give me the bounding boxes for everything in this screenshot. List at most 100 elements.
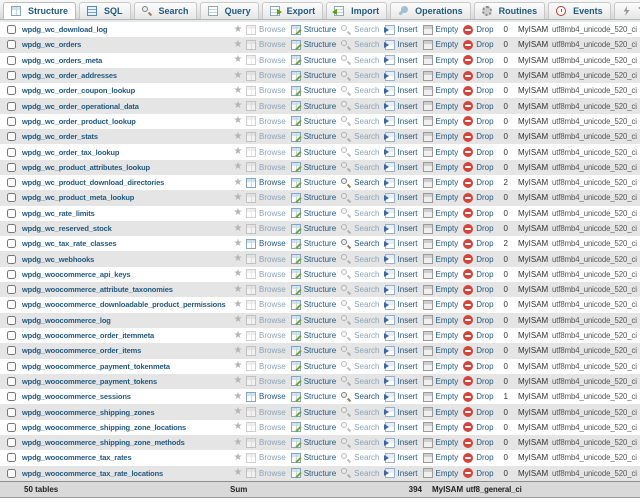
drop-link[interactable]: Drop bbox=[463, 101, 493, 111]
structure-link[interactable]: Structure bbox=[291, 285, 336, 295]
drop-link[interactable]: Drop bbox=[463, 178, 493, 188]
browse-link[interactable]: Browse bbox=[246, 361, 286, 371]
browse-link[interactable]: Browse bbox=[246, 193, 286, 203]
empty-link[interactable]: Empty bbox=[423, 361, 459, 371]
drop-link[interactable]: Drop bbox=[463, 55, 493, 65]
search-link[interactable]: Search bbox=[341, 116, 379, 126]
table-name-link[interactable]: wpdg_wc_order_tax_lookup bbox=[22, 148, 230, 157]
row-checkbox[interactable] bbox=[7, 453, 16, 462]
table-name-link[interactable]: wpdg_woocommerce_payment_tokenmeta bbox=[22, 362, 230, 371]
insert-link[interactable]: Insert bbox=[385, 71, 418, 81]
table-name-link[interactable]: wpdg_wc_order_stats bbox=[22, 132, 230, 141]
insert-link[interactable]: Insert bbox=[385, 422, 418, 432]
row-checkbox[interactable] bbox=[7, 56, 16, 65]
row-checkbox[interactable] bbox=[7, 469, 16, 478]
drop-link[interactable]: Drop bbox=[463, 193, 493, 203]
empty-link[interactable]: Empty bbox=[423, 407, 459, 417]
insert-link[interactable]: Insert bbox=[385, 269, 418, 279]
row-checkbox[interactable] bbox=[7, 40, 16, 49]
drop-link[interactable]: Drop bbox=[463, 208, 493, 218]
empty-link[interactable]: Empty bbox=[423, 438, 459, 448]
search-link[interactable]: Search bbox=[341, 55, 379, 65]
structure-link[interactable]: Structure bbox=[291, 55, 336, 65]
structure-link[interactable]: Structure bbox=[291, 300, 336, 310]
row-checkbox[interactable] bbox=[7, 255, 16, 264]
empty-link[interactable]: Empty bbox=[423, 116, 459, 126]
search-link[interactable]: Search bbox=[341, 315, 379, 325]
favorite-star-icon[interactable]: ★ bbox=[230, 269, 246, 279]
favorite-star-icon[interactable]: ★ bbox=[230, 224, 246, 234]
insert-link[interactable]: Insert bbox=[385, 453, 418, 463]
table-name-link[interactable]: wpdg_wc_order_coupon_lookup bbox=[22, 86, 230, 95]
drop-link[interactable]: Drop bbox=[463, 361, 493, 371]
empty-link[interactable]: Empty bbox=[423, 392, 459, 402]
structure-link[interactable]: Structure bbox=[291, 438, 336, 448]
tab-routines[interactable]: Routines bbox=[474, 2, 546, 19]
insert-link[interactable]: Insert bbox=[385, 178, 418, 188]
table-name-link[interactable]: wpdg_wc_order_operational_data bbox=[22, 102, 230, 111]
drop-link[interactable]: Drop bbox=[463, 453, 493, 463]
empty-link[interactable]: Empty bbox=[423, 224, 459, 234]
empty-link[interactable]: Empty bbox=[423, 40, 459, 50]
insert-link[interactable]: Insert bbox=[385, 331, 418, 341]
structure-link[interactable]: Structure bbox=[291, 162, 336, 172]
empty-link[interactable]: Empty bbox=[423, 422, 459, 432]
favorite-star-icon[interactable]: ★ bbox=[230, 392, 246, 402]
favorite-star-icon[interactable]: ★ bbox=[230, 55, 246, 65]
insert-link[interactable]: Insert bbox=[385, 40, 418, 50]
insert-link[interactable]: Insert bbox=[385, 407, 418, 417]
browse-link[interactable]: Browse bbox=[246, 208, 286, 218]
drop-link[interactable]: Drop bbox=[463, 468, 493, 478]
row-checkbox[interactable] bbox=[7, 331, 16, 340]
empty-link[interactable]: Empty bbox=[423, 468, 459, 478]
table-name-link[interactable]: wpdg_wc_tax_rate_classes bbox=[22, 239, 230, 248]
drop-link[interactable]: Drop bbox=[463, 254, 493, 264]
browse-link[interactable]: Browse bbox=[246, 86, 286, 96]
tab-export[interactable]: Export bbox=[262, 2, 324, 19]
browse-link[interactable]: Browse bbox=[246, 224, 286, 234]
insert-link[interactable]: Insert bbox=[385, 376, 418, 386]
favorite-star-icon[interactable]: ★ bbox=[230, 147, 246, 157]
structure-link[interactable]: Structure bbox=[291, 86, 336, 96]
drop-link[interactable]: Drop bbox=[463, 315, 493, 325]
browse-link[interactable]: Browse bbox=[246, 468, 286, 478]
insert-link[interactable]: Insert bbox=[385, 254, 418, 264]
row-checkbox[interactable] bbox=[7, 346, 16, 355]
search-link[interactable]: Search bbox=[341, 361, 379, 371]
favorite-star-icon[interactable]: ★ bbox=[230, 25, 246, 35]
row-checkbox[interactable] bbox=[7, 362, 16, 371]
table-name-link[interactable]: wpdg_woocommerce_log bbox=[22, 316, 230, 325]
search-link[interactable]: Search bbox=[341, 331, 379, 341]
favorite-star-icon[interactable]: ★ bbox=[230, 361, 246, 371]
drop-link[interactable]: Drop bbox=[463, 239, 493, 249]
favorite-star-icon[interactable]: ★ bbox=[230, 86, 246, 96]
search-link[interactable]: Search bbox=[341, 453, 379, 463]
drop-link[interactable]: Drop bbox=[463, 407, 493, 417]
browse-link[interactable]: Browse bbox=[246, 392, 286, 402]
empty-link[interactable]: Empty bbox=[423, 208, 459, 218]
search-link[interactable]: Search bbox=[341, 239, 379, 249]
empty-link[interactable]: Empty bbox=[423, 193, 459, 203]
browse-link[interactable]: Browse bbox=[246, 178, 286, 188]
favorite-star-icon[interactable]: ★ bbox=[230, 346, 246, 356]
tab-events[interactable]: Events bbox=[548, 2, 611, 19]
insert-link[interactable]: Insert bbox=[385, 224, 418, 234]
browse-link[interactable]: Browse bbox=[246, 239, 286, 249]
browse-link[interactable]: Browse bbox=[246, 346, 286, 356]
drop-link[interactable]: Drop bbox=[463, 86, 493, 96]
search-link[interactable]: Search bbox=[341, 269, 379, 279]
structure-link[interactable]: Structure bbox=[291, 178, 336, 188]
table-name-link[interactable]: wpdg_wc_product_meta_lookup bbox=[22, 193, 230, 202]
insert-link[interactable]: Insert bbox=[385, 25, 418, 35]
favorite-star-icon[interactable]: ★ bbox=[230, 438, 246, 448]
browse-link[interactable]: Browse bbox=[246, 331, 286, 341]
insert-link[interactable]: Insert bbox=[385, 468, 418, 478]
row-checkbox[interactable] bbox=[7, 25, 16, 34]
empty-link[interactable]: Empty bbox=[423, 453, 459, 463]
favorite-star-icon[interactable]: ★ bbox=[230, 162, 246, 172]
table-name-link[interactable]: wpdg_wc_product_attributes_lookup bbox=[22, 163, 230, 172]
tab-search[interactable]: Search bbox=[134, 2, 197, 19]
table-name-link[interactable]: wpdg_wc_orders bbox=[22, 40, 230, 49]
table-name-link[interactable]: wpdg_woocommerce_shipping_zones bbox=[22, 408, 230, 417]
insert-link[interactable]: Insert bbox=[385, 147, 418, 157]
